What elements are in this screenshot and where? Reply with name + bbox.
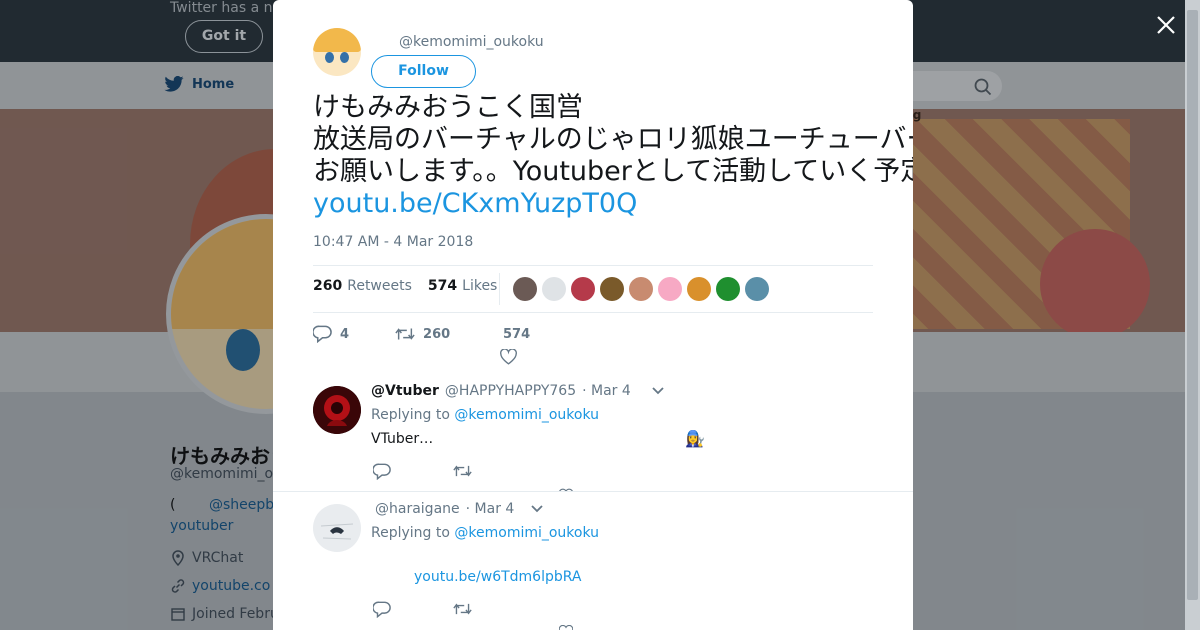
profile-bio-line[interactable]: youtuber — [170, 518, 233, 534]
retweet-icon[interactable] — [453, 463, 472, 479]
replying-to-link[interactable]: @kemomimi_oukoku — [454, 525, 599, 541]
divider — [499, 273, 500, 305]
reply-author-avatar[interactable] — [313, 386, 361, 434]
tweet-stats: 260 Retweets 574 Likes — [313, 278, 497, 294]
replying-to-link[interactable]: @kemomimi_oukoku — [454, 407, 599, 423]
tweet-modal: @kemomimi_oukoku Follow けもみみおうこく国営 放送局のバ… — [273, 0, 913, 630]
profile-location-text: VRChat — [192, 550, 244, 566]
tweet-link[interactable]: youtu.be/CKxmYuzpT0Q — [313, 188, 637, 220]
reply-date[interactable]: · Mar 4 — [582, 383, 631, 399]
profile-joined: Joined Febru — [170, 606, 279, 622]
reply-icon — [313, 325, 332, 343]
reply-icon[interactable] — [373, 601, 391, 618]
avatar-hair — [313, 28, 361, 52]
tweet-author-handle[interactable]: @kemomimi_oukoku — [399, 34, 544, 50]
reply-date[interactable]: · Mar 4 — [466, 501, 515, 517]
reply-link[interactable]: youtu.be/w6Tdm6lpbRA — [414, 569, 582, 585]
replying-to-label: Replying to — [371, 407, 450, 423]
retweet-icon — [395, 328, 415, 340]
profile-bio-mention[interactable]: @sheepb — [209, 497, 274, 513]
replying-to: Replying to @kemomimi_oukoku — [371, 525, 599, 541]
retweet-icon[interactable] — [453, 601, 472, 617]
avatar-image — [313, 504, 361, 552]
tweet-author-avatar[interactable] — [313, 28, 361, 76]
twitter-bird-icon — [164, 76, 184, 92]
reply-author-handle[interactable]: @HAPPYHAPPY765 — [445, 383, 576, 399]
got-it-button[interactable]: Got it — [185, 20, 263, 53]
profile-joined-text: Joined Febru — [192, 606, 279, 622]
liker-avatar[interactable] — [629, 277, 653, 301]
permalink-tweet: @kemomimi_oukoku Follow けもみみおうこく国営 放送局のバ… — [273, 0, 913, 495]
tweet-timestamp[interactable]: 10:47 AM - 4 Mar 2018 — [313, 234, 473, 250]
reply-author-name[interactable]: @Vtuber — [371, 383, 439, 399]
link-icon — [171, 579, 185, 593]
header-decoration — [1040, 229, 1150, 332]
tweet-text-line: お願いします。。Youtuberとして活動していく予定なのでよろしくね — [313, 156, 913, 187]
reply-actions — [373, 601, 472, 618]
replying-to: Replying to @kemomimi_oukoku — [371, 407, 599, 423]
reply-author-handle[interactable]: @haraigane — [375, 501, 460, 517]
liker-avatar[interactable] — [600, 277, 624, 301]
avatar-eye — [226, 329, 260, 371]
heart-icon[interactable] — [500, 349, 517, 365]
tweet-actions: 4 260 — [313, 325, 450, 343]
profile-website-link[interactable]: youtube.co — [192, 578, 270, 594]
likes-label[interactable]: Likes — [462, 278, 497, 294]
liker-avatar[interactable] — [542, 277, 566, 301]
search-icon — [974, 78, 992, 96]
cookie-banner-text: Twitter has a n — [170, 0, 273, 16]
liker-avatar[interactable] — [716, 277, 740, 301]
divider — [313, 265, 873, 266]
retweets-label[interactable]: Retweets — [347, 278, 412, 294]
nav-home[interactable]: Home — [164, 76, 234, 92]
likes-count[interactable]: 574 — [428, 278, 457, 294]
calendar-icon — [171, 608, 185, 621]
tweet-text-line: けもみみおうこく国営 — [313, 92, 583, 123]
page-scrollbar[interactable] — [1185, 0, 1200, 630]
retweets-count[interactable]: 260 — [313, 278, 342, 294]
reply-author-avatar[interactable] — [313, 504, 361, 552]
tweet-text: けもみみおうこく国営 放送局のバーチャルのじゃロリ狐娘ユーチューバーおじさんです… — [313, 92, 913, 188]
profile-location: VRChat — [170, 550, 243, 566]
replying-to-label: Replying to — [371, 525, 450, 541]
divider — [313, 312, 873, 313]
liker-avatar[interactable] — [687, 277, 711, 301]
liker-avatars — [513, 277, 769, 301]
profile-website[interactable]: youtube.co — [170, 578, 270, 594]
liker-avatar[interactable] — [658, 277, 682, 301]
profile-handle: @kemomimi_o — [170, 466, 274, 482]
reply-header: @Vtuber @HAPPYHAPPY765 · Mar 4 — [371, 383, 665, 399]
retweet-action[interactable]: 260 — [395, 326, 450, 342]
follow-button[interactable]: Follow — [371, 55, 476, 88]
reply-count: 4 — [340, 326, 350, 342]
location-pin-icon — [172, 550, 184, 566]
avatar-eye — [340, 52, 349, 63]
liker-avatar[interactable] — [745, 277, 769, 301]
reply-emoji: 👩‍🔧 — [685, 429, 705, 448]
avatar-eye — [325, 52, 334, 63]
avatar-image — [313, 386, 361, 434]
heart-icon[interactable] — [559, 625, 573, 630]
like-count[interactable]: 574 — [503, 327, 530, 342]
nav-home-label: Home — [192, 76, 235, 92]
liker-avatar[interactable] — [571, 277, 595, 301]
reply-action[interactable]: 4 — [313, 325, 349, 343]
retweet-count: 260 — [423, 326, 451, 342]
tweet-text-line: 放送局のバーチャルのじゃロリ狐娘ユーチューバーおじさんです。どうぞよろしく — [313, 124, 913, 155]
reply-header: @haraigane · Mar 4 — [371, 501, 544, 517]
reply-tweet-container — [273, 492, 913, 630]
chevron-down-icon[interactable] — [651, 386, 665, 396]
profile-bio-prefix: ( — [170, 497, 176, 513]
reply-actions — [373, 463, 472, 480]
scrollbar-thumb[interactable] — [1187, 10, 1198, 600]
reply-text: VTuber… — [371, 431, 434, 447]
liker-avatar[interactable] — [513, 277, 537, 301]
close-icon[interactable] — [1154, 13, 1178, 37]
reply-icon[interactable] — [373, 463, 391, 480]
chevron-down-icon[interactable] — [530, 504, 544, 514]
